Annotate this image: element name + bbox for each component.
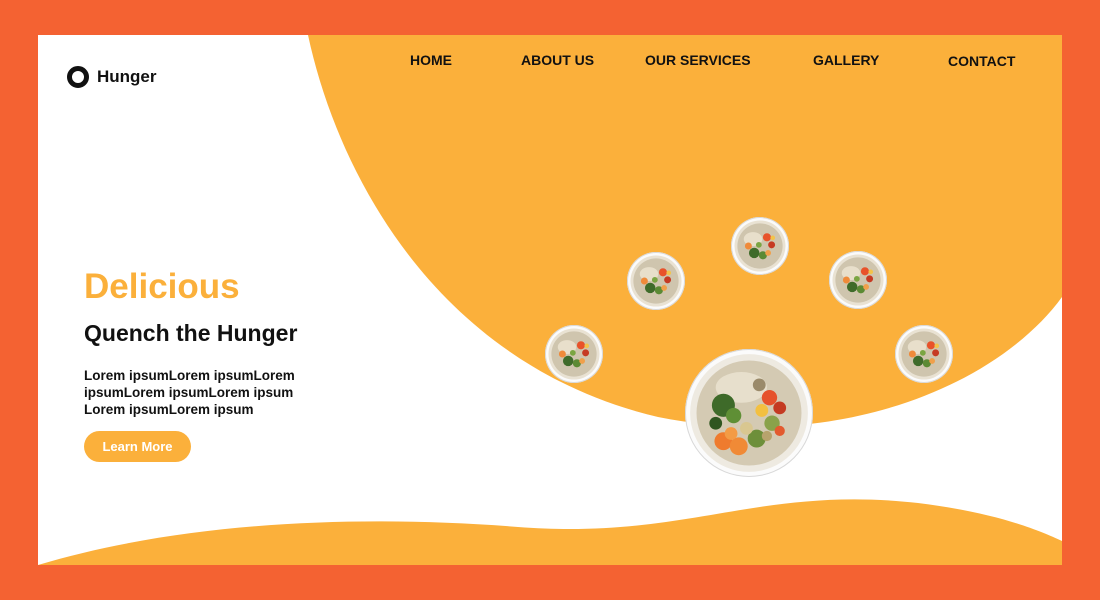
nav-our-services[interactable]: OUR SERVICES [645, 52, 751, 68]
gallery-dish-5[interactable] [895, 325, 953, 383]
salad-bowl-image [832, 254, 884, 306]
gallery-dish-1[interactable] [545, 325, 603, 383]
salad-bowl-image [690, 354, 808, 472]
nav-about-us[interactable]: ABOUT US [521, 52, 594, 68]
nav-home[interactable]: HOME [410, 52, 452, 68]
hero-title: Delicious [84, 267, 240, 306]
learn-more-button[interactable]: Learn More [84, 431, 191, 462]
gallery-dish-3[interactable] [731, 217, 789, 275]
salad-bowl-image [548, 328, 600, 380]
gallery-dish-2[interactable] [627, 252, 685, 310]
salad-bowl-image [734, 220, 786, 272]
salad-bowl-image [630, 255, 682, 307]
main-nav: HOME ABOUT US OUR SERVICES GALLERY CONTA… [38, 52, 1062, 72]
salad-bowl-image [898, 328, 950, 380]
gallery-dish-4[interactable] [829, 251, 887, 309]
hero-subtitle: Quench the Hunger [84, 320, 298, 346]
nav-gallery[interactable]: GALLERY [813, 52, 879, 68]
hero-body-text: Lorem ipsumLorem ipsumLorem ipsumLorem i… [84, 368, 295, 417]
nav-contact[interactable]: CONTACT [948, 53, 1015, 69]
landing-page: Hunger HOME ABOUT US OUR SERVICES GALLER… [38, 35, 1062, 565]
gallery-dish-featured[interactable] [685, 349, 813, 477]
